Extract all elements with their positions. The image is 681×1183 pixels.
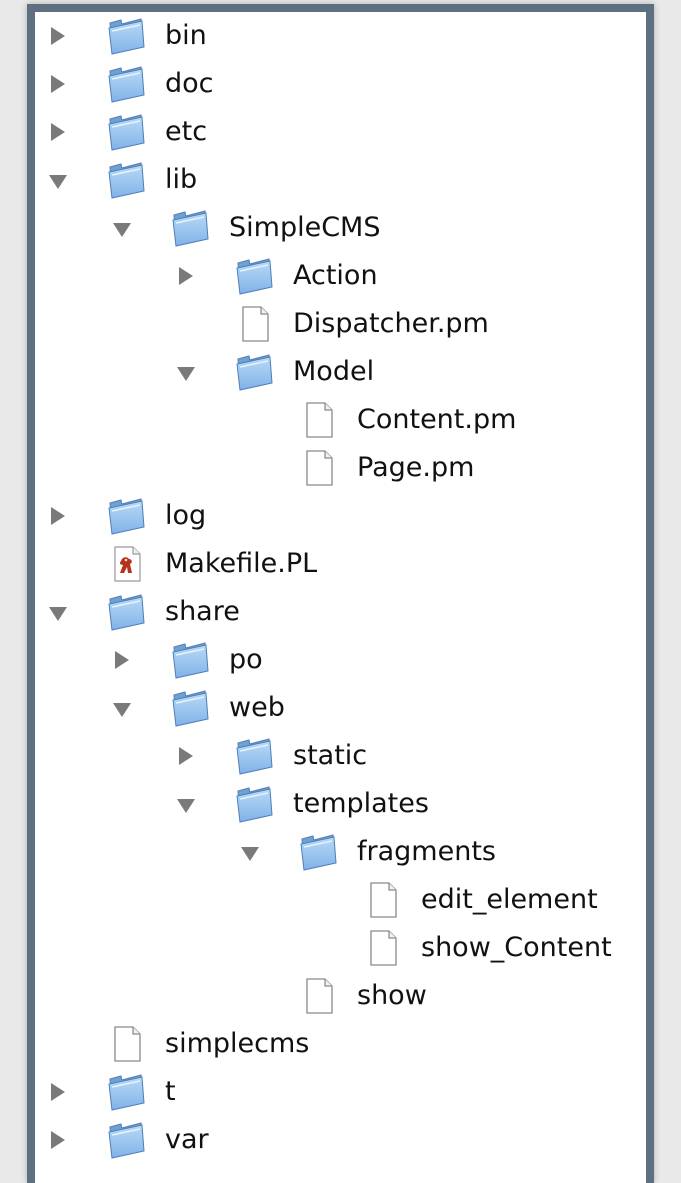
window-frame: bin doc etc lib SimpleCMS Action Dispatcher.pm…	[27, 4, 654, 1183]
tree-item-label: simplecms	[165, 1028, 310, 1059]
tree-row-folder-po[interactable]: po	[35, 636, 646, 684]
folder-icon	[171, 209, 211, 247]
tree-item-label: lib	[165, 164, 198, 195]
disclosure-triangle-collapsed-icon[interactable]	[49, 108, 67, 156]
disclosure-triangle-collapsed-icon[interactable]	[177, 252, 195, 300]
document-icon	[299, 449, 339, 487]
disclosure-triangle-expanded-icon[interactable]	[113, 684, 131, 732]
tree-row-file-show[interactable]: show	[35, 972, 646, 1020]
tree-row-file-edit-element[interactable]: edit_element	[35, 876, 646, 924]
tree-row-folder-action[interactable]: Action	[35, 252, 646, 300]
folder-icon	[235, 737, 275, 775]
tree-row-file-simplecms[interactable]: simplecms	[35, 1020, 646, 1068]
disclosure-triangle-collapsed-icon[interactable]	[177, 732, 195, 780]
tree-row-folder-t[interactable]: t	[35, 1068, 646, 1116]
folder-icon	[107, 1073, 147, 1111]
tree-item-label: Page.pm	[357, 452, 475, 483]
tree-row-file-makefile-pl[interactable]: Makefile.PL	[35, 540, 646, 588]
document-icon	[107, 1025, 147, 1063]
disclosure-triangle-expanded-icon[interactable]	[113, 204, 131, 252]
perl-script-icon	[107, 545, 147, 583]
tree-item-label: show_Content	[421, 932, 612, 963]
folder-icon	[107, 1121, 147, 1159]
tree-item-label: static	[293, 740, 368, 771]
disclosure-triangle-expanded-icon[interactable]	[49, 156, 67, 204]
tree-item-label: templates	[293, 788, 429, 819]
folder-icon	[107, 65, 147, 103]
folder-icon	[107, 497, 147, 535]
folder-icon	[171, 641, 211, 679]
tree-row-folder-simplecms[interactable]: SimpleCMS	[35, 204, 646, 252]
tree-item-label: Content.pm	[357, 404, 517, 435]
tree-row-folder-bin[interactable]: bin	[35, 12, 646, 60]
document-icon	[299, 977, 339, 1015]
disclosure-triangle-expanded-icon[interactable]	[177, 348, 195, 396]
folder-icon	[235, 353, 275, 391]
tree-row-file-dispatcher-pm[interactable]: Dispatcher.pm	[35, 300, 646, 348]
tree-row-folder-log[interactable]: log	[35, 492, 646, 540]
disclosure-triangle-expanded-icon[interactable]	[49, 588, 67, 636]
tree-row-folder-var[interactable]: var	[35, 1116, 646, 1164]
tree-row-file-content-pm[interactable]: Content.pm	[35, 396, 646, 444]
disclosure-triangle-collapsed-icon[interactable]	[49, 492, 67, 540]
tree-row-folder-doc[interactable]: doc	[35, 60, 646, 108]
folder-icon	[235, 257, 275, 295]
tree-row-file-show-content[interactable]: show_Content	[35, 924, 646, 972]
tree-item-label: show	[357, 980, 427, 1011]
disclosure-triangle-collapsed-icon[interactable]	[49, 60, 67, 108]
disclosure-triangle-collapsed-icon[interactable]	[113, 636, 131, 684]
tree-row-folder-fragments[interactable]: fragments	[35, 828, 646, 876]
document-icon	[235, 305, 275, 343]
disclosure-triangle-expanded-icon[interactable]	[177, 780, 195, 828]
folder-icon	[171, 689, 211, 727]
tree-item-label: edit_element	[421, 884, 598, 915]
tree-row-folder-etc[interactable]: etc	[35, 108, 646, 156]
tree-row-folder-templates[interactable]: templates	[35, 780, 646, 828]
tree-item-label: doc	[165, 68, 214, 99]
document-icon	[363, 929, 403, 967]
tree-item-label: t	[165, 1076, 176, 1107]
tree-row-folder-share[interactable]: share	[35, 588, 646, 636]
tree-item-label: web	[229, 692, 285, 723]
document-icon	[299, 401, 339, 439]
folder-icon	[107, 593, 147, 631]
folder-icon	[235, 785, 275, 823]
tree-item-label: Makefile.PL	[165, 548, 318, 579]
tree-row-folder-web[interactable]: web	[35, 684, 646, 732]
tree-row-folder-static[interactable]: static	[35, 732, 646, 780]
tree-item-label: Dispatcher.pm	[293, 308, 489, 339]
tree-item-label: po	[229, 644, 263, 675]
folder-icon	[299, 833, 339, 871]
tree-row-file-page-pm[interactable]: Page.pm	[35, 444, 646, 492]
document-icon	[363, 881, 403, 919]
tree-row-folder-model[interactable]: Model	[35, 348, 646, 396]
disclosure-triangle-collapsed-icon[interactable]	[49, 1068, 67, 1116]
file-tree[interactable]: bin doc etc lib SimpleCMS Action Dispatcher.pm…	[35, 12, 646, 1183]
tree-item-label: SimpleCMS	[229, 212, 381, 243]
disclosure-triangle-collapsed-icon[interactable]	[49, 1116, 67, 1164]
disclosure-triangle-expanded-icon[interactable]	[241, 828, 259, 876]
tree-item-label: log	[165, 500, 207, 531]
tree-item-label: share	[165, 596, 240, 627]
tree-item-label: var	[165, 1124, 209, 1155]
tree-row-folder-lib[interactable]: lib	[35, 156, 646, 204]
tree-item-label: bin	[165, 20, 207, 51]
folder-icon	[107, 113, 147, 151]
folder-icon	[107, 161, 147, 199]
tree-item-label: fragments	[357, 836, 496, 867]
tree-item-label: Action	[293, 260, 378, 291]
disclosure-triangle-collapsed-icon[interactable]	[49, 12, 67, 60]
tree-item-label: etc	[165, 116, 208, 147]
tree-item-label: Model	[293, 356, 375, 387]
folder-icon	[107, 17, 147, 55]
